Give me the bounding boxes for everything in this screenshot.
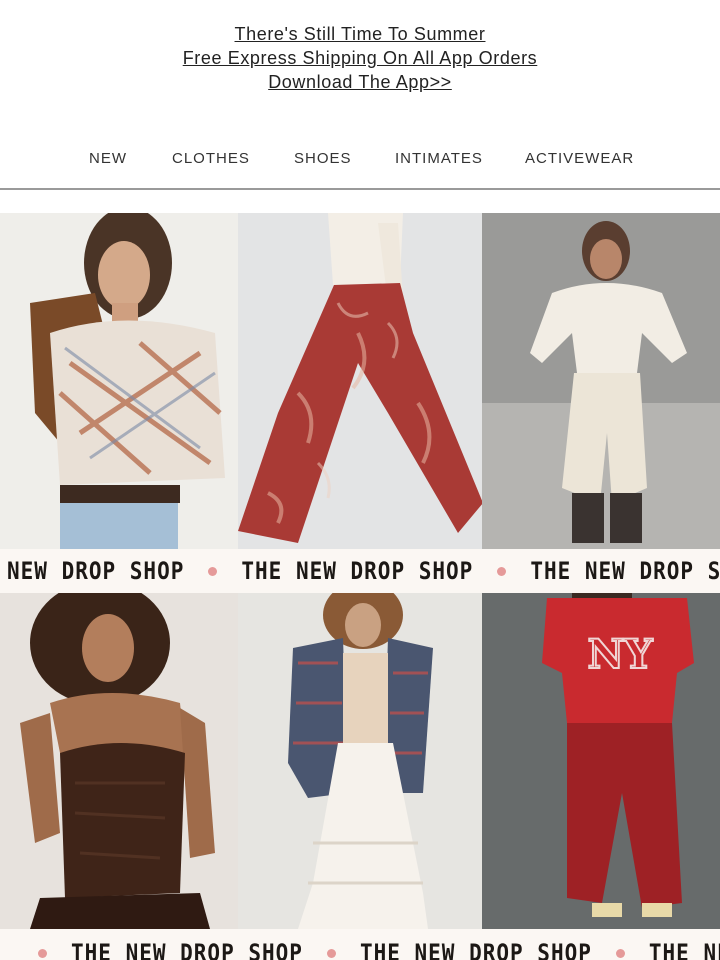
product-image-red-paisley-pants[interactable] [238, 213, 482, 549]
category-nav: NEW CLOTHES SHOES INTIMATES ACTIVEWEAR [0, 150, 720, 178]
product-image-cream-cargo[interactable] [482, 213, 720, 549]
nav-item-new[interactable]: NEW [89, 150, 127, 167]
ticker-dot [38, 948, 47, 958]
ticker-dot [615, 948, 625, 958]
promo-shipping-link[interactable]: Free Express Shipping On All App Orders [0, 46, 720, 70]
nav-item-intimates[interactable]: INTIMATES [395, 150, 483, 167]
svg-text:NY: NY [587, 631, 653, 678]
product-image-brown-corset[interactable] [0, 593, 238, 929]
product-image-plaid-shirt-skirt[interactable] [238, 593, 482, 929]
ticker-label: THE NEW DROP SHOP [648, 939, 720, 960]
product-image-plaid-cardigan[interactable] [0, 213, 238, 549]
promo-banner: There's Still Time To Summer Free Expres… [0, 22, 720, 94]
ticker-label: NEW DROP SHOP [7, 557, 185, 585]
new-drop-ticker-1[interactable]: NEW DROP SHOP THE NEW DROP SHOP THE NEW … [0, 549, 720, 593]
promo-app-link[interactable]: Download The App>> [0, 70, 720, 94]
promo-summer-link[interactable]: There's Still Time To Summer [0, 22, 720, 46]
nav-item-clothes[interactable]: CLOTHES [172, 150, 250, 167]
ticker-label: THE NEW DROP SHOP [359, 939, 592, 960]
nav-divider [0, 188, 720, 190]
ticker-dot [208, 566, 218, 576]
product-image-red-ny-sweatsuit[interactable]: NY [482, 593, 720, 929]
nav-item-shoes[interactable]: SHOES [294, 150, 352, 167]
ticker-label: THE NEW DROP SHOP [530, 557, 720, 585]
ticker-label: THE NEW DROP SHOP [71, 939, 303, 960]
ticker-dot [497, 566, 507, 576]
new-drop-ticker-2[interactable]: THE NEW DROP SHOP THE NEW DROP SHOP THE … [0, 929, 720, 960]
ticker-dot [326, 948, 336, 958]
ticker-label: THE NEW DROP SHOP [241, 557, 474, 585]
nav-item-activewear[interactable]: ACTIVEWEAR [525, 150, 634, 167]
